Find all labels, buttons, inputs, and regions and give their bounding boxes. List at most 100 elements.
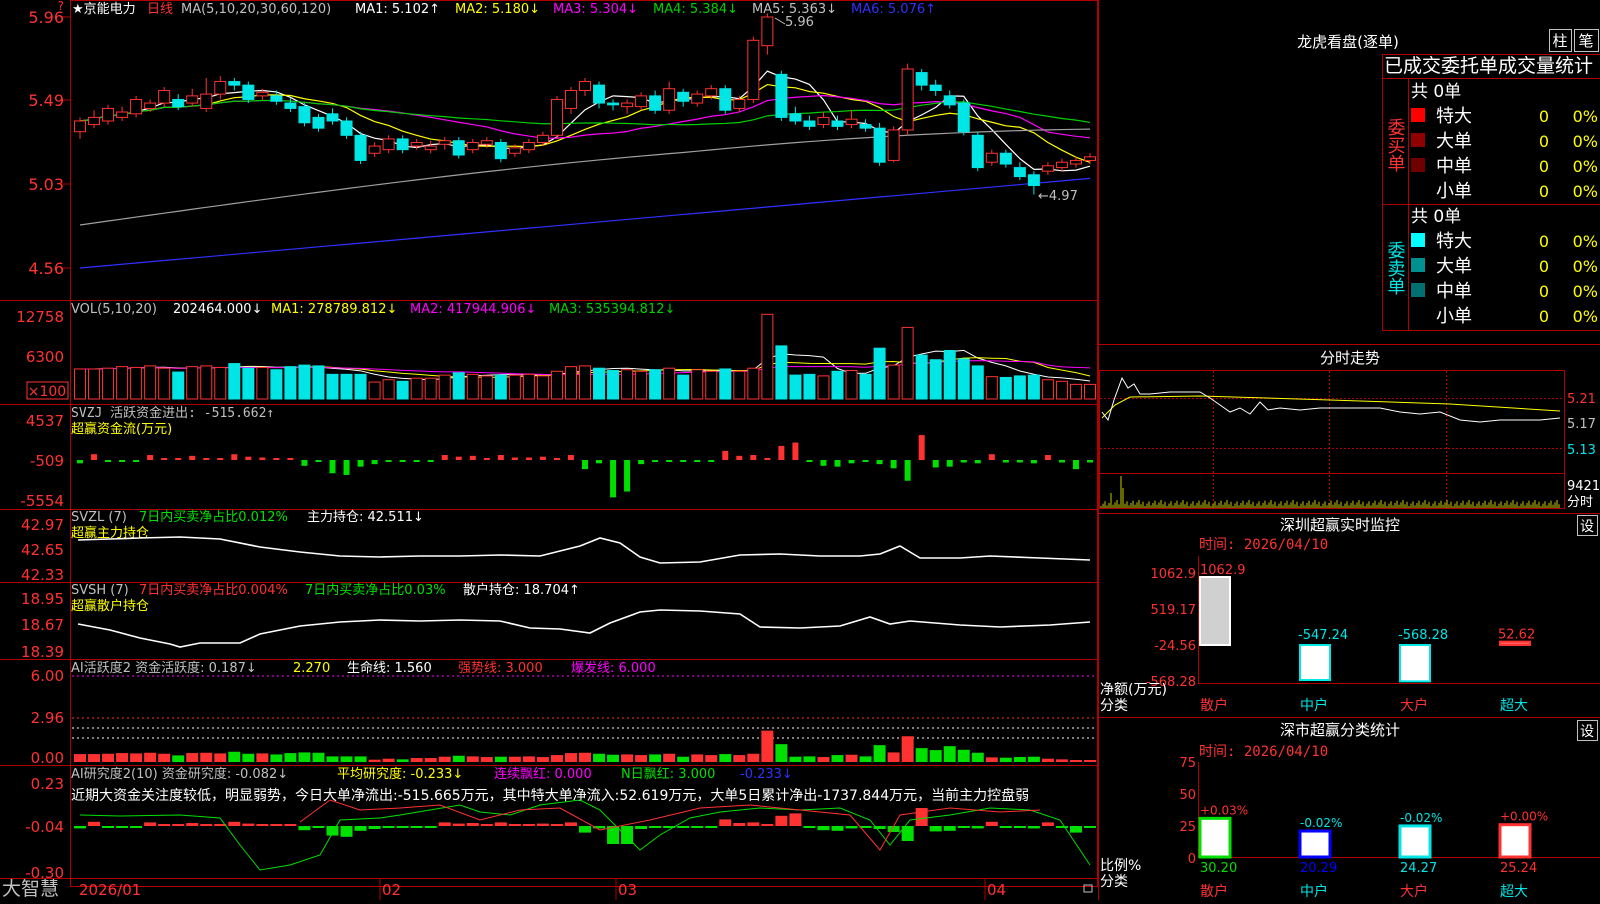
candle-body bbox=[593, 84, 606, 104]
candle-body bbox=[144, 102, 157, 109]
svsh-axis: 18.95 18.67 18.39 bbox=[21, 590, 64, 661]
research-bar bbox=[424, 826, 437, 828]
volume-bar bbox=[733, 370, 746, 400]
period-label[interactable]: 日线 bbox=[147, 2, 173, 17]
activity-bar bbox=[1013, 757, 1026, 762]
row-color-swatch bbox=[1411, 108, 1425, 122]
volume-bar bbox=[943, 349, 956, 400]
flow-bar bbox=[932, 460, 939, 468]
activity-bar bbox=[1041, 758, 1054, 762]
candle-body bbox=[74, 120, 86, 133]
activity-bar bbox=[663, 753, 676, 762]
svzl-label: SVZL (7) bbox=[71, 510, 127, 525]
research-bar bbox=[522, 824, 535, 826]
flow-bar bbox=[119, 460, 126, 462]
flow-bar bbox=[189, 455, 196, 460]
candle-body bbox=[186, 95, 199, 104]
volume-bar bbox=[270, 369, 283, 400]
research-bar bbox=[228, 821, 241, 826]
ai1-lifeline: 生命线: 1.560 bbox=[347, 660, 432, 676]
flow-bar bbox=[1002, 460, 1009, 463]
activity-bar bbox=[971, 752, 984, 762]
class-settings-label[interactable]: 设 bbox=[1580, 724, 1594, 740]
buy-total: 共 0单 bbox=[1411, 82, 1461, 102]
row-label: 中单 bbox=[1436, 156, 1472, 177]
intraday-avg bbox=[1101, 395, 1561, 419]
lhb-title: 龙虎看盘(逐单) bbox=[1297, 33, 1399, 51]
activity-bar bbox=[999, 757, 1012, 762]
candle-body bbox=[719, 88, 732, 111]
flow-bar bbox=[273, 458, 280, 460]
class-value: 25.24 bbox=[1500, 861, 1537, 876]
volume-bar bbox=[144, 365, 157, 400]
volume-bar bbox=[1069, 383, 1082, 400]
candle-body bbox=[564, 90, 577, 109]
row-label: 特大 bbox=[1436, 231, 1472, 252]
stock-name[interactable]: ★京能电力 bbox=[72, 2, 136, 17]
volume-bar bbox=[228, 363, 241, 400]
tab-tick-label[interactable]: 笔 bbox=[1578, 32, 1593, 50]
class-tick: 50 bbox=[1179, 788, 1196, 803]
row-color-swatch bbox=[1411, 133, 1425, 147]
row-percent: 0% bbox=[1573, 157, 1598, 176]
candle-body bbox=[1013, 167, 1026, 178]
activity-series bbox=[74, 730, 1096, 762]
volume-bar bbox=[929, 359, 942, 400]
research-bar bbox=[438, 822, 451, 826]
flow-bar bbox=[1058, 460, 1065, 463]
activity-bar bbox=[775, 744, 788, 762]
volume-bar bbox=[242, 367, 255, 400]
activity-bar bbox=[943, 746, 956, 762]
ai1-axis: 6.00 2.96 0.00 bbox=[31, 667, 64, 767]
research-bar bbox=[382, 826, 395, 828]
row-percent: 0% bbox=[1573, 182, 1598, 201]
sell-rows: 特大 0 0% 大单 0 0% 中单 0 0% 小单 0 0% bbox=[1411, 231, 1598, 327]
vol-value: 202464.000↓ bbox=[173, 302, 262, 317]
activity-bar bbox=[130, 753, 143, 762]
candle-body bbox=[873, 127, 886, 163]
research-bar bbox=[649, 826, 662, 828]
volume-bar bbox=[999, 376, 1012, 400]
research-bar bbox=[88, 821, 101, 826]
volume-bar bbox=[789, 374, 802, 400]
volume-bar bbox=[452, 372, 465, 400]
class-bar bbox=[1498, 823, 1532, 859]
activity-bar bbox=[88, 754, 101, 762]
volume-bar bbox=[88, 368, 101, 400]
flow-bar bbox=[539, 456, 546, 460]
price-tick: 5.03 bbox=[28, 175, 64, 194]
activity-bar bbox=[957, 749, 970, 762]
candle-body bbox=[929, 84, 942, 92]
flow-bar bbox=[497, 455, 504, 460]
activity-bar bbox=[1055, 759, 1068, 762]
flow-bar bbox=[553, 458, 560, 460]
candle-body bbox=[256, 91, 269, 97]
research-bar bbox=[1013, 826, 1026, 828]
activity-bar bbox=[242, 753, 255, 762]
candle-body bbox=[943, 95, 956, 106]
volume-bar bbox=[747, 367, 760, 400]
vol-unit[interactable]: ×100 bbox=[28, 384, 66, 400]
date-ticks bbox=[379, 878, 986, 900]
volume-bar bbox=[579, 365, 591, 400]
tab-bar-label[interactable]: 柱 bbox=[1552, 32, 1567, 50]
candle-body bbox=[1084, 156, 1096, 161]
grid-frame bbox=[0, 0, 1099, 900]
activity-bar bbox=[256, 753, 269, 762]
ma-line bbox=[79, 128, 1091, 226]
candle-body bbox=[172, 98, 185, 108]
flow-bar bbox=[988, 454, 995, 460]
candle-body bbox=[831, 120, 844, 127]
volume-bar bbox=[887, 364, 900, 400]
volume-bar bbox=[691, 369, 704, 400]
flow-bar bbox=[469, 455, 476, 460]
volume-bar bbox=[915, 354, 928, 400]
monitor-settings-label[interactable]: 设 bbox=[1580, 519, 1594, 535]
candle-body bbox=[1027, 174, 1040, 187]
volume-bar bbox=[845, 370, 858, 400]
activity-bar bbox=[326, 756, 339, 762]
research-bar bbox=[340, 826, 353, 837]
scroll-marker[interactable]: ? bbox=[58, 0, 64, 13]
activity-bar bbox=[116, 753, 129, 762]
activity-bar bbox=[410, 758, 423, 762]
